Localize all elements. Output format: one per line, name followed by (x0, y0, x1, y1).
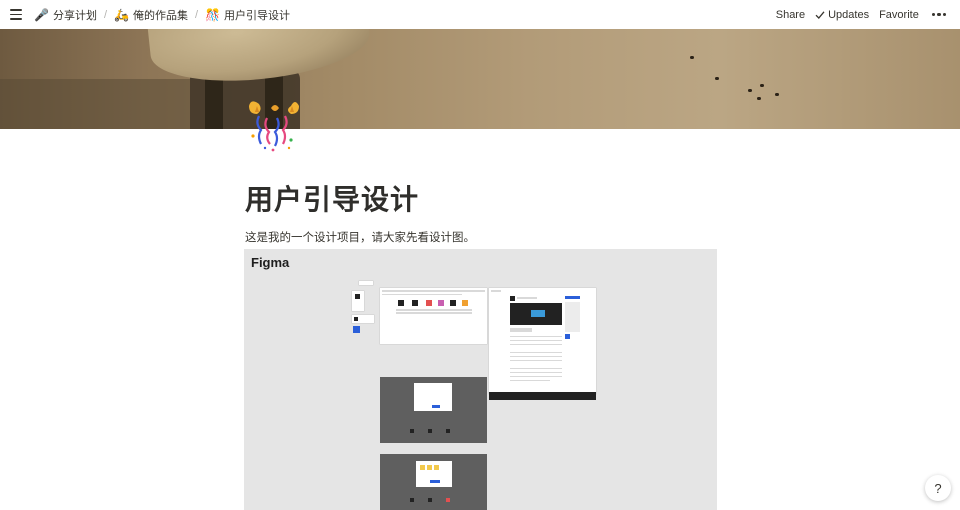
cover-speck (757, 97, 761, 100)
favorite-button[interactable]: Favorite (874, 6, 924, 24)
mini-block (353, 326, 360, 333)
confetti-ball-icon[interactable] (245, 100, 301, 156)
breadcrumb-separator: / (194, 8, 199, 21)
design-frame-app-grid (380, 288, 487, 344)
figma-label: Figma (251, 255, 290, 270)
breadcrumb-label: 用户引导设计 (223, 9, 290, 22)
updates-label: Updates (828, 8, 870, 21)
breadcrumb-label: 俺的作品集 (132, 9, 188, 22)
cover-shadow (0, 79, 190, 129)
topbar-actions: Share Updates Favorite (771, 0, 952, 29)
mini-frame (359, 281, 373, 285)
breadcrumb-item-onboarding[interactable]: 🎊 用户引导设计 (202, 5, 293, 25)
cover-speck (748, 89, 752, 92)
design-frame-modal-2 (380, 454, 487, 510)
breadcrumb-item-share-plan[interactable]: 🎤 分享计划 (31, 5, 100, 25)
design-frame-modal-1 (380, 377, 487, 443)
page-title[interactable]: 用户引导设计 (245, 178, 419, 218)
confetti-icon: 🎊 (205, 7, 220, 22)
check-icon (815, 10, 825, 19)
cover-image[interactable] (0, 29, 960, 129)
cover-speck (715, 77, 719, 80)
breadcrumb: 🎤 分享计划 / 🛵 俺的作品集 / 🎊 用户引导设计 (31, 0, 293, 29)
updates-button[interactable]: Updates (810, 6, 874, 24)
more-options-icon[interactable] (926, 10, 952, 19)
cover-speck (775, 93, 779, 96)
breadcrumb-separator: / (103, 8, 108, 21)
cover-speck (690, 56, 694, 59)
menu-icon[interactable] (9, 7, 23, 21)
breadcrumb-label: 分享计划 (52, 9, 97, 22)
figma-embed[interactable]: Figma (244, 249, 717, 510)
mini-block (354, 317, 358, 321)
breadcrumb-item-portfolio[interactable]: 🛵 俺的作品集 (111, 5, 191, 25)
page-paragraph[interactable]: 这是我的一个设计项目，请大家先看设计图。 (245, 229, 475, 245)
mini-block (355, 294, 360, 299)
help-button[interactable]: ? (925, 475, 951, 501)
microphone-icon: 🎤 (34, 7, 49, 22)
design-frame-detail-page (489, 288, 596, 400)
topbar: 🎤 分享计划 / 🛵 俺的作品集 / 🎊 用户引导设计 Share Update… (0, 0, 960, 29)
scooter-icon: 🛵 (114, 7, 129, 22)
cover-speck (760, 84, 764, 87)
share-button[interactable]: Share (771, 6, 810, 24)
